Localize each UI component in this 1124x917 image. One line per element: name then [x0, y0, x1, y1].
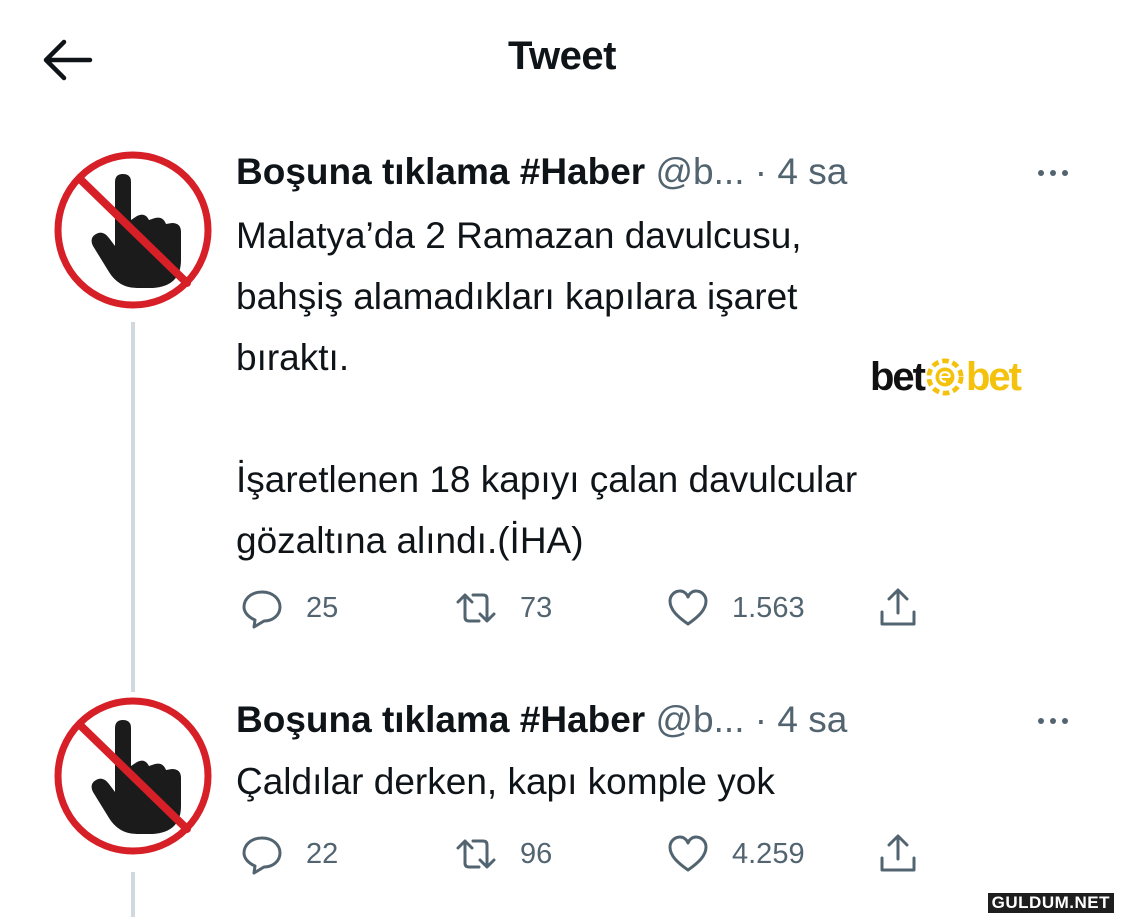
share-button[interactable]	[876, 829, 920, 879]
author-handle[interactable]: @b...	[656, 699, 745, 740]
reply-button[interactable]: 22	[240, 829, 338, 879]
reply-count: 25	[306, 591, 339, 624]
share-icon	[880, 588, 916, 626]
tweet-actions: 22 96 4.259	[236, 829, 956, 879]
tweet-header: Boşuna tıklama #Haber @b... · 4 sa	[236, 698, 847, 742]
thread-connector-line	[131, 872, 135, 917]
author-handle[interactable]: @b...	[656, 151, 745, 192]
watermark: GULDUM.NET	[987, 893, 1114, 913]
separator-dot: ·	[754, 151, 768, 192]
retweet-button[interactable]: 73	[454, 583, 552, 633]
share-icon	[880, 834, 916, 872]
brand-logo: bet bet	[870, 352, 1022, 402]
author-name[interactable]: Boşuna tıklama #Haber	[236, 151, 645, 192]
reply-icon	[242, 836, 282, 875]
retweet-count: 73	[520, 591, 553, 624]
brand-e-icon	[926, 358, 964, 396]
tweet-actions: 25 73 1.563	[236, 583, 956, 633]
brand-logo-part2: bet	[966, 354, 1022, 399]
like-button[interactable]: 1.563	[666, 583, 805, 633]
retweet-icon	[456, 593, 496, 623]
brand-logo-part1: bet	[870, 354, 926, 399]
author-name[interactable]: Boşuna tıklama #Haber	[236, 699, 645, 740]
retweet-icon	[456, 839, 496, 869]
like-icon	[668, 589, 708, 626]
reply-count: 22	[306, 837, 339, 870]
page-title: Tweet	[508, 34, 616, 78]
more-options-icon	[1038, 170, 1068, 176]
like-count: 4.259	[732, 837, 805, 870]
retweet-button[interactable]: 96	[454, 829, 552, 879]
no-touch-avatar-icon[interactable]	[53, 150, 213, 310]
reply-icon	[242, 590, 282, 629]
retweet-count: 96	[520, 837, 553, 870]
reply-button[interactable]: 25	[240, 583, 338, 633]
tweet-time[interactable]: 4 sa	[777, 151, 847, 192]
like-count: 1.563	[732, 591, 805, 624]
header: Tweet	[0, 0, 1124, 118]
more-options-icon	[1038, 718, 1068, 724]
tweet-header: Boşuna tıklama #Haber @b... · 4 sa	[236, 150, 847, 194]
like-icon	[668, 835, 708, 872]
like-button[interactable]: 4.259	[666, 829, 805, 879]
more-options-button[interactable]	[1032, 150, 1074, 194]
share-button[interactable]	[876, 583, 920, 633]
separator-dot: ·	[754, 699, 768, 740]
thread-connector-line	[131, 322, 135, 692]
tweet-text: Çaldılar derken, kapı komple yok	[236, 761, 775, 802]
no-touch-avatar-icon[interactable]	[53, 696, 213, 856]
more-options-button[interactable]	[1032, 698, 1074, 742]
tweet-text: Malatya’da 2 Ramazan davulcusu, bahşiş a…	[236, 215, 858, 561]
tweet-time[interactable]: 4 sa	[777, 699, 847, 740]
